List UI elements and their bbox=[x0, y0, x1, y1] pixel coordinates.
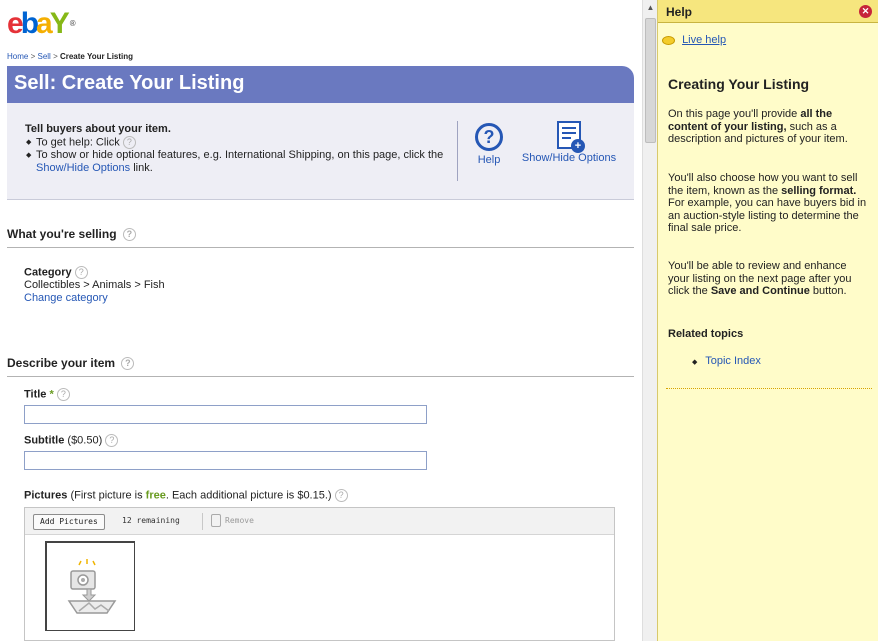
help-panel-header: Help ✕ bbox=[658, 0, 878, 23]
remove-picture-button[interactable]: Remove bbox=[211, 514, 254, 527]
help-p1-pre: On this page you'll provide bbox=[668, 108, 798, 120]
pictures-toolbar: Add Pictures 12 remaining Remove bbox=[25, 508, 614, 535]
pictures-label-text: Pictures bbox=[24, 489, 68, 502]
help-p2-post: For example, you can have buyers bid in … bbox=[668, 197, 867, 234]
section-describe: Describe your item ? bbox=[7, 356, 634, 378]
help-heading: Creating Your Listing bbox=[668, 76, 810, 92]
breadcrumb: Home > Sell > Create Your Listing bbox=[7, 52, 133, 61]
pictures-remaining-count: 12 remaining bbox=[122, 516, 180, 525]
help-panel-title: Help bbox=[666, 5, 693, 19]
live-help: Live help bbox=[662, 34, 726, 46]
help-paragraph-1: On this page you'll provide all the cont… bbox=[668, 108, 868, 146]
page-title-bar: Sell: Create Your Listing bbox=[7, 66, 634, 103]
logo-letter-y: Y bbox=[49, 7, 70, 40]
category-block: Category ? Collectibles > Animals > Fish… bbox=[24, 266, 165, 305]
change-category-link[interactable]: Change category bbox=[24, 292, 108, 304]
breadcrumb-current: Create Your Listing bbox=[59, 52, 134, 61]
intro-divider bbox=[457, 121, 458, 181]
subtitle-field-label: Subtitle ($0.50) ? bbox=[24, 434, 119, 447]
help-panel: Help ✕ Live help Creating Your Listing O… bbox=[657, 0, 878, 641]
intro-bullet-help-text: To get help: Click bbox=[36, 136, 120, 149]
page-title: Sell: Create Your Listing bbox=[14, 72, 245, 94]
section-what-selling-title: What you're selling bbox=[7, 227, 117, 241]
scroll-up-arrow-icon[interactable]: ▲ bbox=[643, 0, 658, 15]
category-path: Collectibles > Animals > Fish bbox=[24, 279, 165, 292]
scrollbar-thumb[interactable] bbox=[645, 18, 656, 143]
breadcrumb-separator: > bbox=[30, 52, 36, 61]
title-field-label: Title * ? bbox=[24, 388, 70, 401]
vertical-scrollbar[interactable]: ▲ bbox=[642, 0, 657, 641]
title-label-text: Title bbox=[24, 388, 47, 401]
toolbar-divider bbox=[202, 513, 203, 530]
intro-bullet-options-text: To show or hide optional features, e.g. … bbox=[36, 149, 444, 162]
help-button-label: Help bbox=[477, 154, 501, 166]
section-what-selling: What you're selling ? bbox=[7, 227, 634, 249]
question-icon[interactable]: ? bbox=[334, 489, 348, 502]
help-button[interactable]: ? Help bbox=[469, 123, 509, 166]
intro-bullet-options-tail: link. bbox=[133, 162, 153, 175]
ebay-logo[interactable]: ebaY ® bbox=[7, 4, 76, 44]
intro-bullet-help: To get help: Click ? bbox=[25, 136, 455, 149]
logo-letter-b: b bbox=[20, 7, 39, 40]
related-topic-item: Topic Index bbox=[692, 355, 761, 367]
live-help-link[interactable]: Live help bbox=[682, 34, 726, 46]
logo-letter-e: e bbox=[7, 7, 24, 40]
topic-index-link[interactable]: Topic Index bbox=[705, 355, 761, 367]
help-p2-bold: selling format. bbox=[781, 184, 857, 197]
breadcrumb-sell-link[interactable]: Sell bbox=[37, 52, 50, 61]
logo-letter-a: a bbox=[36, 7, 53, 40]
pictures-field-label: Pictures (First picture is free. Each ad… bbox=[24, 489, 348, 502]
intro-list: To get help: Click ? To show or hide opt… bbox=[25, 136, 455, 175]
help-circle-icon: ? bbox=[475, 123, 503, 151]
question-icon[interactable]: ? bbox=[122, 228, 136, 242]
help-paragraph-2: You'll also choose how you want to sell … bbox=[668, 172, 868, 235]
question-icon[interactable]: ? bbox=[74, 266, 88, 279]
trash-icon bbox=[211, 514, 221, 527]
category-label: Category bbox=[24, 266, 72, 279]
help-divider bbox=[666, 388, 872, 389]
show-hide-options-link[interactable]: Show/Hide Options bbox=[36, 162, 130, 174]
picture-placeholder-icon bbox=[67, 559, 117, 614]
logo-registered-mark: ® bbox=[69, 19, 76, 28]
eye-icon bbox=[662, 35, 675, 45]
title-input[interactable] bbox=[24, 405, 427, 424]
help-p3-post: button. bbox=[812, 285, 847, 297]
breadcrumb-home-link[interactable]: Home bbox=[7, 52, 28, 61]
remove-picture-label: Remove bbox=[225, 516, 254, 525]
subtitle-price: ($0.50) bbox=[67, 434, 103, 447]
question-icon[interactable]: ? bbox=[122, 136, 136, 149]
intro-heading: Tell buyers about your item. bbox=[25, 123, 171, 135]
show-hide-options-button[interactable]: + Show/Hide Options bbox=[514, 121, 624, 164]
question-icon[interactable]: ? bbox=[105, 434, 119, 447]
main-content: ebaY ® Home > Sell > Create Your Listing … bbox=[0, 0, 642, 641]
pictures-uploader: Add Pictures 12 remaining Remove bbox=[24, 507, 615, 641]
show-hide-options-label: Show/Hide Options bbox=[521, 152, 617, 164]
help-p3-bold: Save and Continue bbox=[710, 285, 810, 297]
picture-slot[interactable] bbox=[45, 541, 135, 631]
section-describe-title: Describe your item bbox=[7, 356, 116, 370]
intro-bullet-options: To show or hide optional features, e.g. … bbox=[25, 149, 455, 175]
pictures-note-post: . Each additional picture is $0.15.) bbox=[165, 489, 332, 502]
close-icon[interactable]: ✕ bbox=[859, 5, 872, 18]
question-icon[interactable]: ? bbox=[121, 357, 135, 371]
add-pictures-button[interactable]: Add Pictures bbox=[33, 514, 105, 530]
question-icon[interactable]: ? bbox=[56, 388, 70, 401]
show-hide-options-icon: + bbox=[557, 121, 585, 153]
pictures-note-pre: (First picture is bbox=[70, 489, 143, 502]
pictures-note-free: free bbox=[145, 489, 166, 502]
breadcrumb-separator: > bbox=[53, 52, 58, 61]
subtitle-label-text: Subtitle bbox=[24, 434, 65, 447]
subtitle-input[interactable] bbox=[24, 451, 427, 470]
help-paragraph-3: You'll be able to review and enhance you… bbox=[668, 260, 868, 298]
intro-box: Tell buyers about your item. To get help… bbox=[7, 103, 634, 200]
related-topics-heading: Related topics bbox=[668, 328, 744, 340]
required-star: * bbox=[49, 388, 54, 401]
